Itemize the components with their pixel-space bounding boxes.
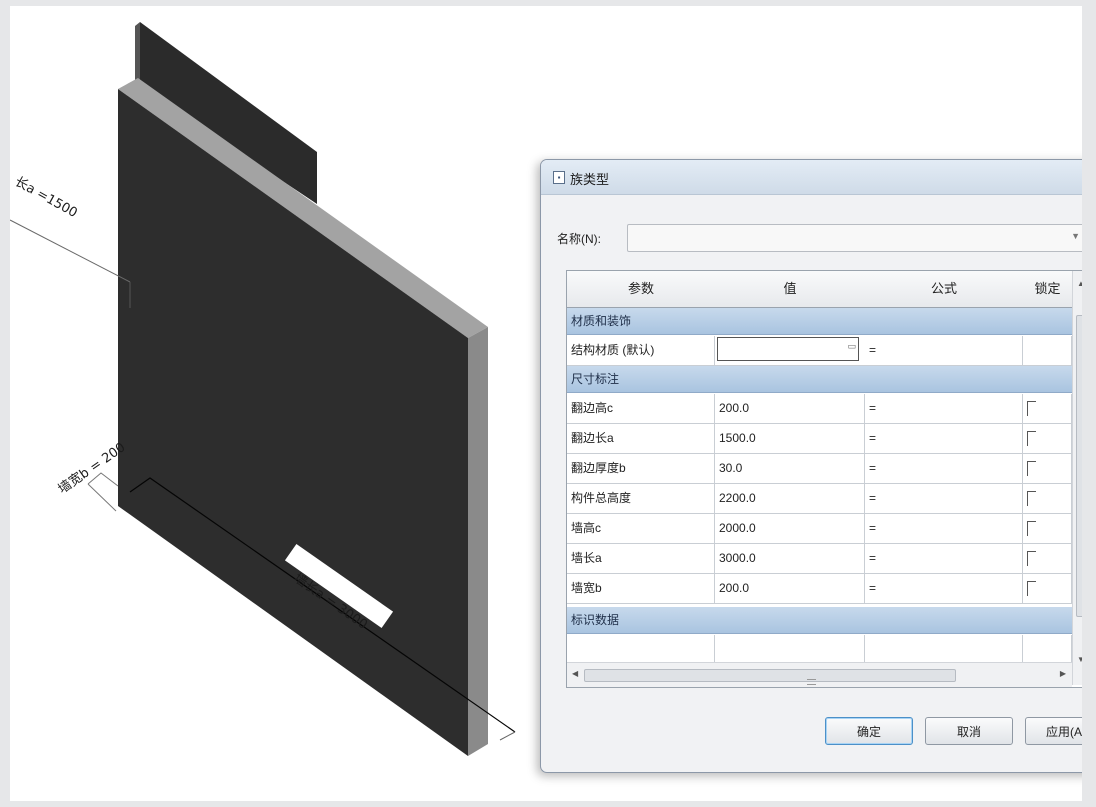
param-name — [567, 635, 715, 664]
formula-cell[interactable]: = — [865, 336, 1023, 365]
vertical-scroll-thumb[interactable] — [1076, 315, 1082, 617]
family-types-dialog: ▪ 族类型 名称(N): ▼ 参数 值 公式 锁定 材质和装饰 结构材质 (默认… — [540, 159, 1082, 773]
value-cell[interactable]: 3000.0 — [715, 544, 865, 573]
scroll-right-icon[interactable]: ▶ — [1060, 669, 1066, 678]
checkbox-icon — [1027, 431, 1036, 446]
dim-line-flange — [10, 219, 131, 283]
scroll-up-icon[interactable]: ▲ — [1077, 279, 1082, 288]
dim-label-flange-length: 长a =1500 — [12, 174, 80, 221]
cancel-button[interactable]: 取消 — [925, 717, 1013, 745]
grip-icon — [807, 679, 816, 685]
checkbox-icon — [1027, 551, 1036, 566]
formula-cell[interactable]: = — [865, 484, 1023, 513]
formula-cell[interactable]: = — [865, 514, 1023, 543]
table-row — [567, 635, 1072, 665]
group-header-materials[interactable]: 材质和装饰 — [567, 308, 1072, 335]
column-header-value[interactable]: 值 — [715, 271, 866, 308]
lock-cell — [1023, 635, 1072, 664]
lock-checkbox[interactable] — [1023, 574, 1072, 603]
param-name: 结构材质 (默认) — [567, 336, 715, 365]
parameters-table: 参数 值 公式 锁定 材质和装饰 结构材质 (默认) ▭ = 尺寸标注 翻边高c… — [566, 270, 1082, 688]
horizontal-scroll-thumb[interactable] — [584, 669, 956, 685]
table-row: 结构材质 (默认) ▭ = — [567, 336, 1072, 366]
apply-button[interactable]: 应用(A) — [1025, 717, 1082, 745]
param-name: 翻边长a — [567, 424, 715, 453]
table-row: 构件总高度 2200.0 = — [567, 484, 1072, 514]
ellipsis-icon[interactable]: ▭ — [847, 341, 856, 352]
checkbox-icon — [1027, 581, 1036, 596]
dialog-titlebar[interactable]: ▪ 族类型 — [541, 160, 1082, 195]
lock-checkbox[interactable] — [1023, 484, 1072, 513]
value-cell[interactable]: 2000.0 — [715, 514, 865, 543]
scroll-left-icon[interactable]: ◀ — [572, 669, 578, 678]
name-dropdown[interactable]: ▼ — [627, 224, 1082, 252]
dialog-title: 族类型 — [570, 172, 610, 187]
table-row: 墙宽b 200.0 = — [567, 574, 1072, 604]
column-header-lock[interactable]: 锁定 — [1023, 271, 1073, 308]
table-row: 墙高c 2000.0 = — [567, 514, 1072, 544]
formula-cell[interactable]: = — [865, 544, 1023, 573]
param-name: 翻边高c — [567, 394, 715, 423]
param-name: 翻边厚度b — [567, 454, 715, 483]
column-header-parameter[interactable]: 参数 — [567, 271, 716, 308]
value-cell[interactable]: 200.0 — [715, 394, 865, 423]
lock-checkbox[interactable] — [1023, 544, 1072, 573]
table-row: 翻边厚度b 30.0 = — [567, 454, 1072, 484]
table-row: 翻边高c 200.0 = — [567, 394, 1072, 424]
dim-line-length-end — [499, 731, 516, 741]
formula-cell[interactable] — [865, 635, 1023, 664]
value-cell[interactable]: 2200.0 — [715, 484, 865, 513]
param-name: 墙宽b — [567, 574, 715, 603]
chevron-down-icon[interactable]: ▼ — [1071, 231, 1080, 241]
family-types-icon: ▪ — [553, 171, 565, 184]
scroll-down-icon[interactable]: ▼ — [1077, 655, 1082, 664]
drawing-area: 长a =1500 墙宽b = 200 墙长a = 3000 ▪ 族类型 名称(N… — [10, 6, 1082, 801]
lock-checkbox[interactable] — [1023, 394, 1072, 423]
formula-cell[interactable]: = — [865, 454, 1023, 483]
group-header-identity-data[interactable]: 标识数据 — [567, 607, 1072, 634]
wall-side-face — [468, 327, 488, 756]
material-input[interactable]: ▭ — [717, 337, 859, 361]
checkbox-icon — [1027, 461, 1036, 476]
table-row: 墙长a 3000.0 = — [567, 544, 1072, 574]
lock-cell — [1023, 336, 1072, 365]
value-cell[interactable]: 1500.0 — [715, 424, 865, 453]
horizontal-scrollbar[interactable]: ◀ ▶ — [567, 662, 1072, 687]
checkbox-icon — [1027, 491, 1036, 506]
lock-checkbox[interactable] — [1023, 514, 1072, 543]
value-cell[interactable]: 200.0 — [715, 574, 865, 603]
formula-cell[interactable]: = — [865, 574, 1023, 603]
table-row: 翻边长a 1500.0 = — [567, 424, 1072, 454]
param-name: 墙长a — [567, 544, 715, 573]
name-label: 名称(N): — [557, 232, 601, 246]
param-name: 墙高c — [567, 514, 715, 543]
group-header-dimensions[interactable]: 尺寸标注 — [567, 366, 1072, 393]
vertical-scrollbar[interactable]: ▲ ▼ — [1072, 271, 1082, 685]
checkbox-icon — [1027, 521, 1036, 536]
param-name: 构件总高度 — [567, 484, 715, 513]
column-header-formula[interactable]: 公式 — [865, 271, 1024, 308]
formula-cell[interactable]: = — [865, 394, 1023, 423]
ok-button[interactable]: 确定 — [825, 717, 913, 745]
value-cell[interactable]: 30.0 — [715, 454, 865, 483]
dim-line-width-ext — [87, 483, 117, 512]
formula-cell[interactable]: = — [865, 424, 1023, 453]
lock-checkbox[interactable] — [1023, 454, 1072, 483]
value-cell[interactable] — [715, 635, 865, 664]
checkbox-icon — [1027, 401, 1036, 416]
dim-label-wall-width: 墙宽b = 200 — [55, 439, 128, 497]
lock-checkbox[interactable] — [1023, 424, 1072, 453]
